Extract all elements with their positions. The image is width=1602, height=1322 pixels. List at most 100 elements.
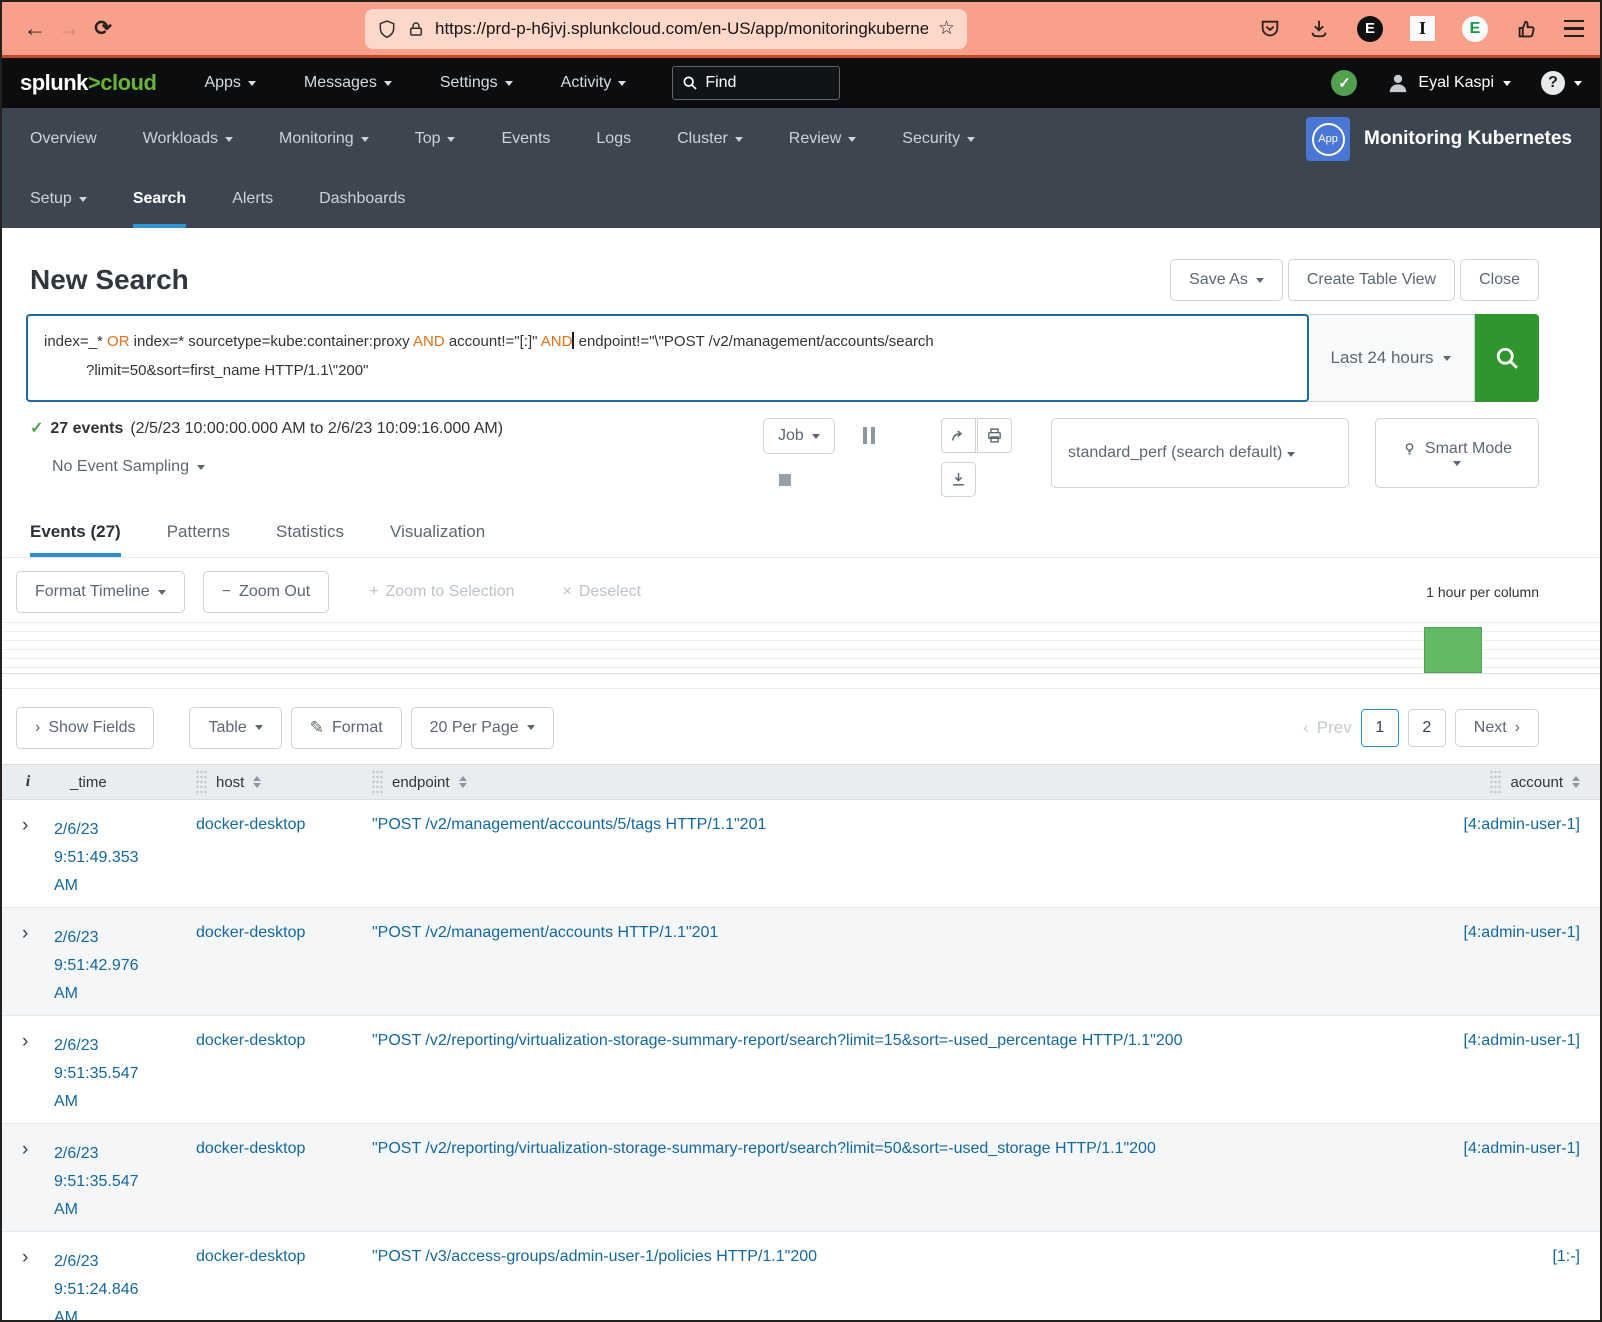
nav-monitoring[interactable]: Monitoring	[279, 130, 369, 148]
tab-alerts[interactable]: Alerts	[232, 170, 273, 228]
host-cell[interactable]: docker-desktop	[196, 816, 372, 907]
search-mode-perf-button[interactable]: standard_perf (search default)	[1051, 418, 1349, 488]
back-icon[interactable]: ←	[18, 15, 52, 42]
timeline-histogram[interactable]	[2, 622, 1600, 674]
account-cell[interactable]: [4:admin-user-1]	[1400, 1140, 1600, 1231]
nav-top[interactable]: Top	[415, 130, 456, 148]
bookmark-star-icon[interactable]: ☆	[938, 17, 955, 40]
host-cell[interactable]: docker-desktop	[196, 1248, 372, 1322]
page-2-button[interactable]: 2	[1408, 709, 1446, 747]
col-account[interactable]: account	[1400, 768, 1600, 796]
pocket-icon[interactable]	[1259, 18, 1281, 40]
menu-apps[interactable]: Apps	[204, 74, 255, 92]
tab-search[interactable]: Search	[133, 170, 186, 228]
account-cell[interactable]: [1:-]	[1400, 1248, 1600, 1322]
endpoint-cell[interactable]: "POST /v2/reporting/virtualization-stora…	[372, 1032, 1400, 1123]
drag-handle-icon[interactable]	[372, 768, 383, 796]
print-button[interactable]	[977, 418, 1012, 453]
tab-statistics[interactable]: Statistics	[276, 506, 344, 557]
create-table-view-button[interactable]: Create Table View	[1288, 259, 1455, 301]
expand-chevron-icon[interactable]: ›	[2, 924, 54, 1015]
sort-icon[interactable]	[253, 776, 261, 788]
extension-e-dark-icon[interactable]: E	[1357, 16, 1383, 42]
save-as-button[interactable]: Save As	[1170, 259, 1283, 301]
expand-chevron-icon[interactable]: ›	[2, 816, 54, 907]
account-cell[interactable]: [4:admin-user-1]	[1400, 924, 1600, 1015]
forward-icon[interactable]: →	[52, 15, 86, 42]
search-query-input[interactable]: index=_* OR index=* sourcetype=kube:cont…	[26, 314, 1309, 402]
time-cell[interactable]: 2/6/239:51:35.547AM	[54, 1140, 196, 1231]
sort-icon[interactable]	[1572, 776, 1580, 788]
nav-events[interactable]: Events	[501, 130, 550, 148]
sort-icon[interactable]	[459, 776, 467, 788]
zoom-out-button[interactable]: −Zoom Out	[203, 571, 329, 613]
downloads-icon[interactable]	[1308, 18, 1330, 40]
smart-mode-button[interactable]: Smart Mode	[1375, 418, 1539, 488]
export-button[interactable]	[941, 462, 976, 497]
tab-patterns[interactable]: Patterns	[167, 506, 230, 557]
drag-handle-icon[interactable]	[196, 768, 207, 796]
stop-icon[interactable]	[779, 474, 791, 486]
help-menu[interactable]: ?	[1541, 71, 1582, 95]
host-cell[interactable]: docker-desktop	[196, 1032, 372, 1123]
host-cell[interactable]: docker-desktop	[196, 1140, 372, 1231]
endpoint-cell[interactable]: "POST /v2/reporting/virtualization-stora…	[372, 1140, 1400, 1231]
menu-settings[interactable]: Settings	[440, 74, 513, 92]
time-cell[interactable]: 2/6/239:51:42.976AM	[54, 924, 196, 1015]
nav-cluster[interactable]: Cluster	[677, 130, 743, 148]
col-time[interactable]: _time	[54, 774, 196, 791]
menu-activity[interactable]: Activity	[561, 74, 627, 92]
expand-chevron-icon[interactable]: ›	[2, 1248, 54, 1322]
status-check-icon[interactable]: ✓	[1331, 70, 1357, 96]
nav-overview[interactable]: Overview	[30, 130, 97, 148]
event-sampling-menu[interactable]: No Event Sampling	[52, 458, 503, 476]
drag-handle-icon[interactable]	[1490, 768, 1501, 796]
share-button[interactable]	[941, 418, 976, 453]
job-menu-button[interactable]: Job	[763, 418, 835, 454]
find-input[interactable]	[705, 74, 815, 92]
expand-chevron-icon[interactable]: ›	[2, 1140, 54, 1231]
user-menu[interactable]: Eyal Kaspi	[1387, 72, 1511, 94]
expand-chevron-icon[interactable]: ›	[2, 1032, 54, 1123]
tab-setup[interactable]: Setup	[30, 170, 87, 228]
host-cell[interactable]: docker-desktop	[196, 924, 372, 1015]
time-cell[interactable]: 2/6/239:51:24.846AM	[54, 1248, 196, 1322]
reload-icon[interactable]: ⟳	[86, 16, 120, 41]
timeline-bar[interactable]	[1424, 627, 1482, 673]
extension-i-icon[interactable]: I	[1410, 16, 1435, 41]
account-cell[interactable]: [4:admin-user-1]	[1400, 1032, 1600, 1123]
time-range-picker[interactable]: Last 24 hours	[1307, 314, 1475, 402]
shield-icon[interactable]	[377, 19, 397, 39]
nav-logs[interactable]: Logs	[596, 130, 631, 148]
nav-workloads[interactable]: Workloads	[143, 130, 233, 148]
per-page-button[interactable]: 20 Per Page	[411, 707, 554, 749]
url-bar[interactable]: https://prd-p-h6jvj.splunkcloud.com/en-U…	[365, 9, 967, 49]
time-cell[interactable]: 2/6/239:51:49.353AM	[54, 816, 196, 907]
account-cell[interactable]: [4:admin-user-1]	[1400, 816, 1600, 907]
nav-security[interactable]: Security	[902, 130, 975, 148]
menu-messages[interactable]: Messages	[304, 74, 392, 92]
splunk-cloud-logo[interactable]: splunk>cloud	[20, 70, 156, 96]
find-search-box[interactable]	[672, 66, 840, 100]
show-fields-button[interactable]: ›Show Fields	[16, 707, 154, 749]
col-host[interactable]: host	[196, 768, 372, 796]
pause-icon[interactable]	[863, 427, 875, 444]
extension-e-green-icon[interactable]: E	[1462, 16, 1488, 42]
time-cell[interactable]: 2/6/239:51:35.547AM	[54, 1032, 196, 1123]
next-page-button[interactable]: Next›	[1455, 709, 1539, 747]
url-text[interactable]: https://prd-p-h6jvj.splunkcloud.com/en-U…	[435, 19, 928, 39]
menu-hamburger-icon[interactable]	[1564, 20, 1584, 38]
endpoint-cell[interactable]: "POST /v2/management/accounts HTTP/1.1"2…	[372, 924, 1400, 1015]
format-button[interactable]: ✎Format	[291, 707, 402, 749]
page-1-button[interactable]: 1	[1361, 709, 1399, 747]
tab-visualization[interactable]: Visualization	[390, 506, 485, 557]
tab-dashboards[interactable]: Dashboards	[319, 170, 405, 228]
list-format-button[interactable]: Table	[189, 707, 281, 749]
thumbs-up-icon[interactable]	[1515, 18, 1537, 40]
col-endpoint[interactable]: endpoint	[372, 768, 1400, 796]
tab-events[interactable]: Events (27)	[30, 506, 121, 557]
endpoint-cell[interactable]: "POST /v2/management/accounts/5/tags HTT…	[372, 816, 1400, 907]
lock-icon[interactable]	[407, 20, 425, 38]
format-timeline-button[interactable]: Format Timeline	[16, 571, 185, 613]
endpoint-cell[interactable]: "POST /v3/access-groups/admin-user-1/pol…	[372, 1248, 1400, 1322]
